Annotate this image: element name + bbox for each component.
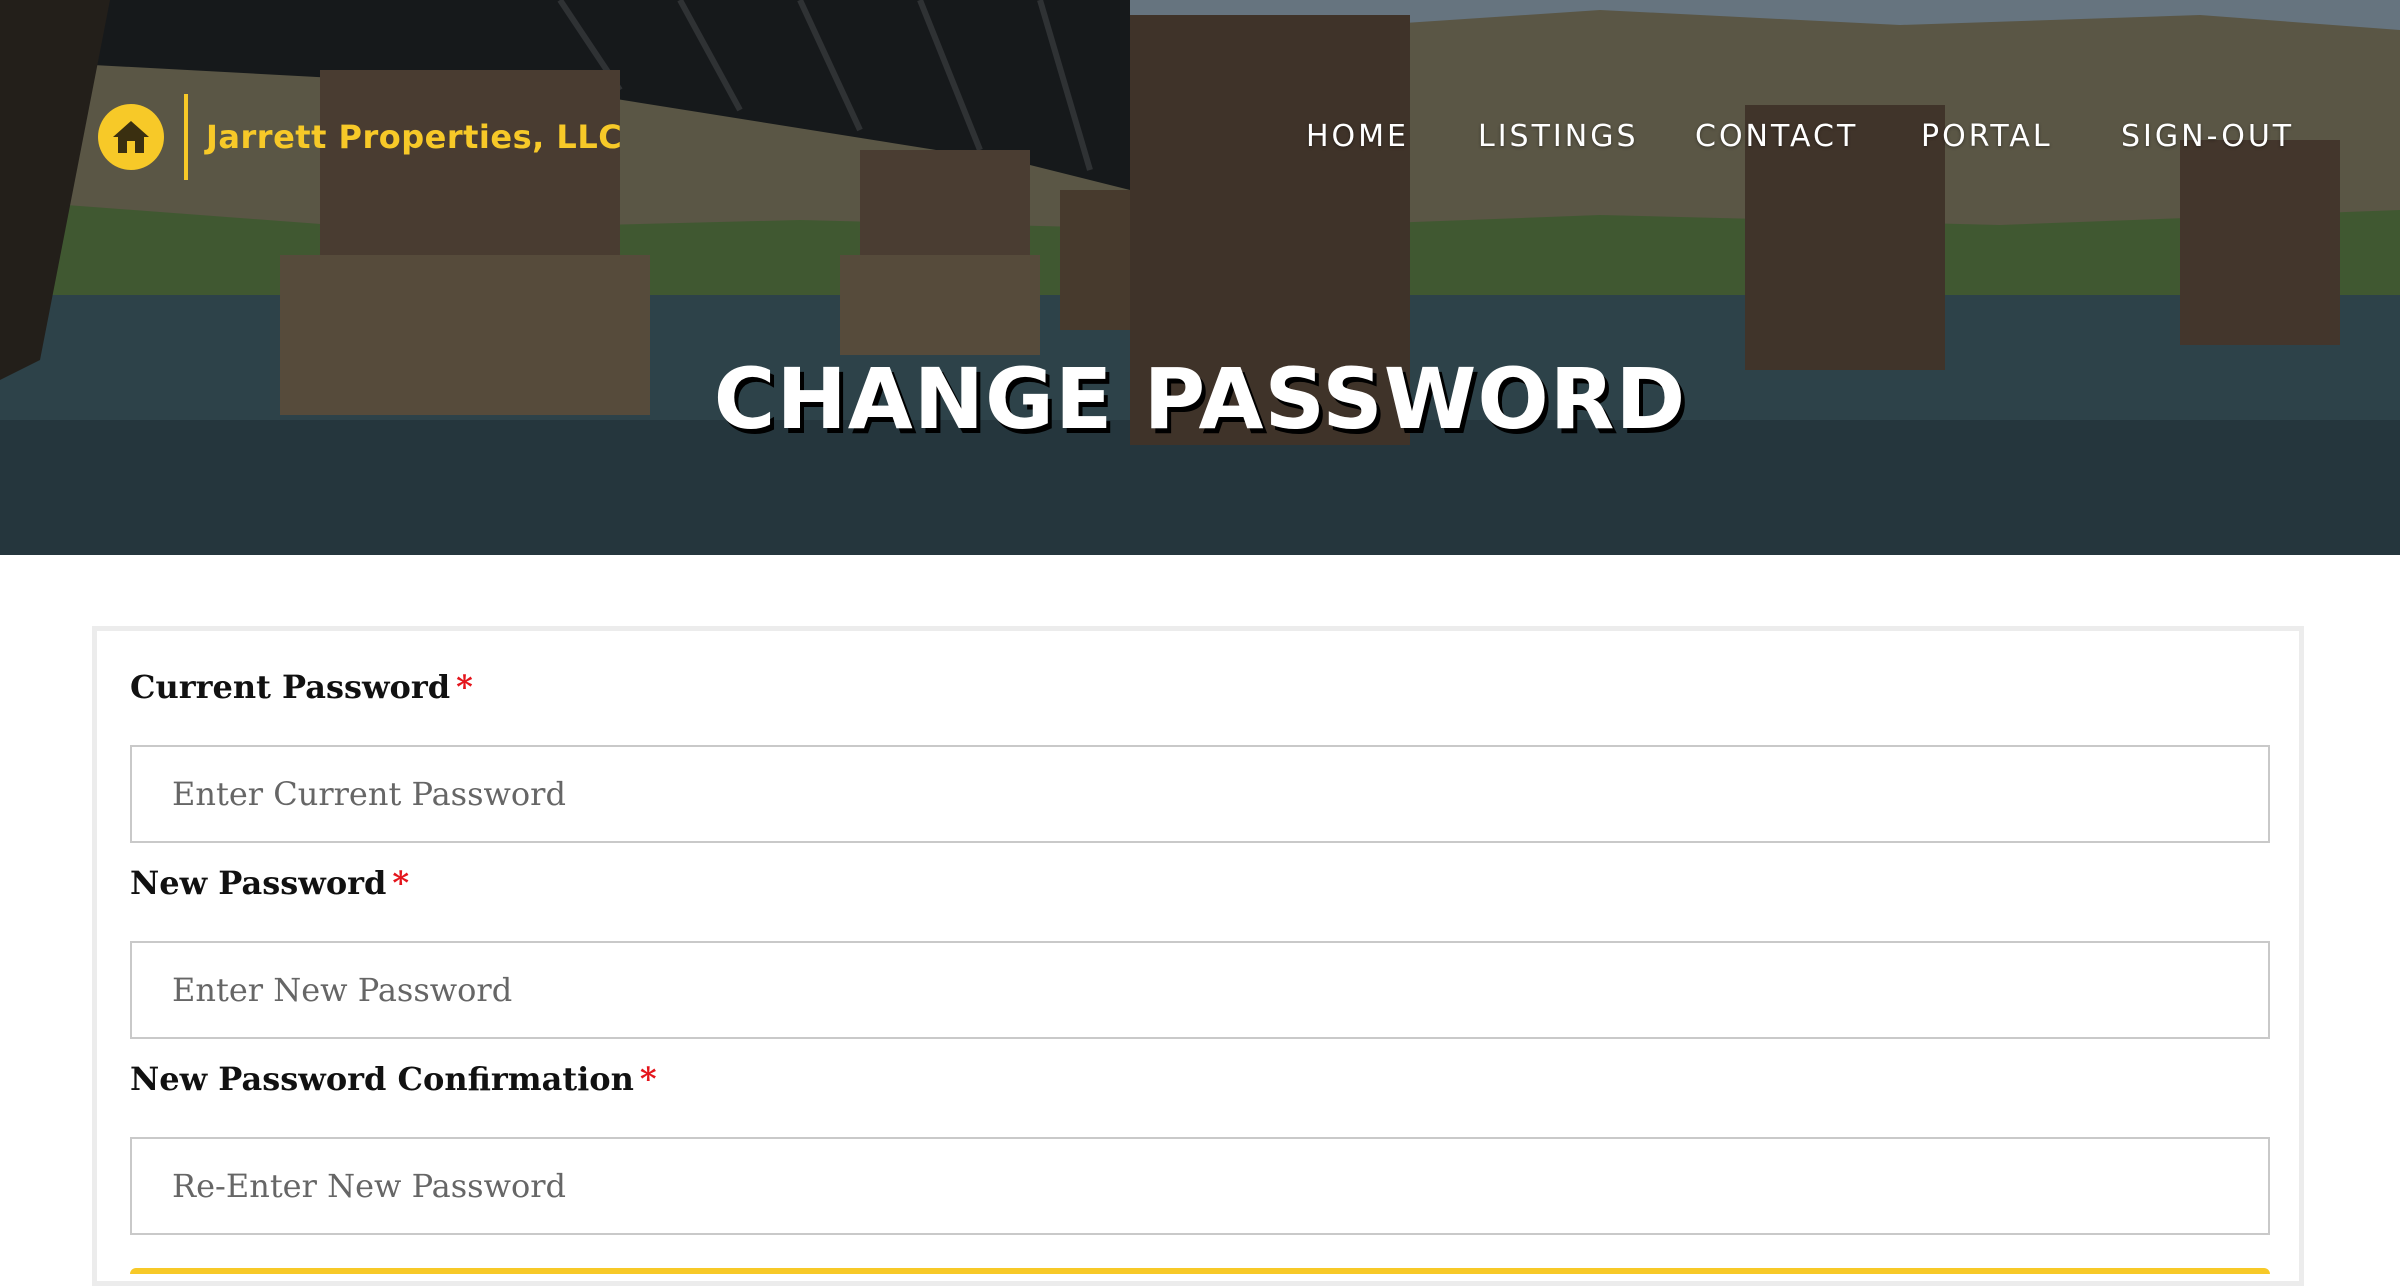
submit-button[interactable] bbox=[130, 1268, 2270, 1274]
new-password-label-text: New Password bbox=[130, 864, 387, 902]
confirm-password-input[interactable] bbox=[130, 1137, 2270, 1235]
hero-overlay bbox=[0, 0, 2400, 555]
required-marker: * bbox=[456, 668, 473, 706]
confirm-password-label-text: New Password Confirmation bbox=[130, 1060, 634, 1098]
confirm-password-label: New Password Confirmation * bbox=[130, 1060, 657, 1098]
nav-home[interactable]: HOME bbox=[1306, 112, 1409, 162]
required-marker: * bbox=[392, 864, 410, 902]
current-password-label: Current Password * bbox=[130, 668, 473, 706]
current-password-input[interactable] bbox=[130, 745, 2270, 843]
nav-listings[interactable]: LISTINGS bbox=[1478, 112, 1639, 162]
required-marker: * bbox=[639, 1060, 657, 1098]
nav-contact[interactable]: CONTACT bbox=[1695, 112, 1858, 162]
nav-portal[interactable]: PORTAL bbox=[1921, 112, 2053, 162]
current-password-label-text: Current Password bbox=[130, 668, 451, 706]
page-title: CHANGE PASSWORD bbox=[713, 350, 1687, 448]
nav-sign-out[interactable]: SIGN-OUT bbox=[2121, 112, 2294, 162]
new-password-input[interactable] bbox=[130, 941, 2270, 1039]
main-nav: HOME LISTINGS CONTACT PORTAL SIGN-OUT bbox=[0, 112, 2400, 162]
hero-banner: Jarrett Properties, LLC HOME LISTINGS CO… bbox=[0, 0, 2400, 555]
new-password-label: New Password * bbox=[130, 864, 409, 902]
